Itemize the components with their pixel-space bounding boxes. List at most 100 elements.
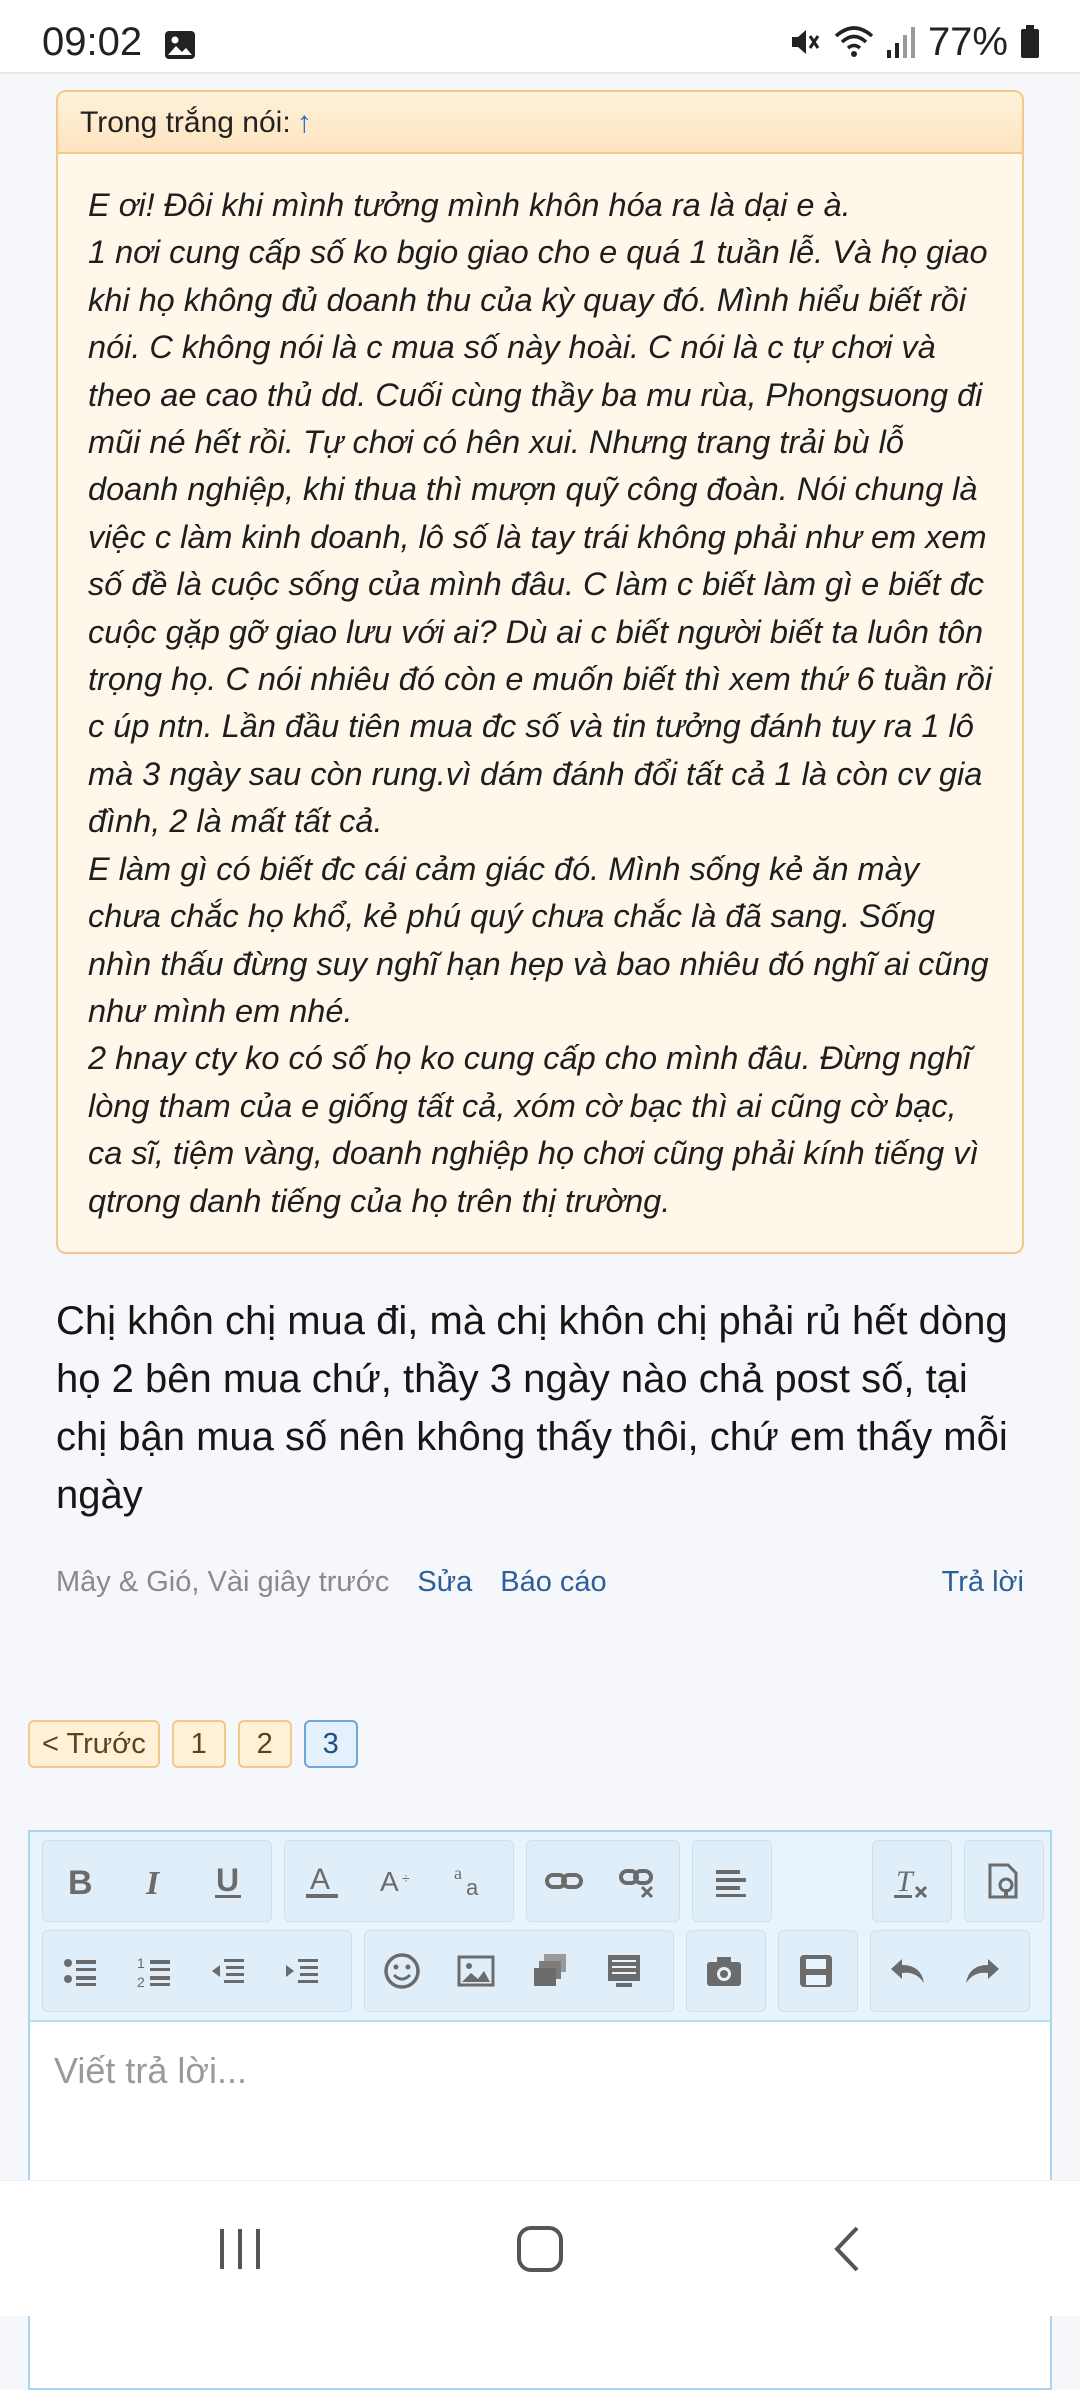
toolbar-group-history [870, 1930, 1030, 2012]
smilie-button[interactable] [365, 1930, 439, 2012]
editor-toolbar: B I U A A ÷ aa T 1 2 [30, 1832, 1050, 2022]
quote-insert-button[interactable] [587, 1930, 661, 2012]
quote-paragraph: E làm gì có biết đc cái cảm giác đó. Mìn… [88, 850, 989, 1029]
reply-textarea[interactable]: Viết trả lời... [54, 2050, 247, 2092]
clear-format-button[interactable]: T [873, 1840, 947, 1922]
undo-icon [891, 1959, 924, 1983]
quote-paragraph: 1 nơi cung cấp số ko bgio giao cho e quá… [88, 234, 993, 840]
undo-button[interactable] [871, 1930, 945, 2012]
bold-button[interactable]: B [43, 1840, 117, 1922]
svg-text:U: U [216, 1862, 239, 1898]
save-draft-icon [800, 1955, 832, 1987]
outdent-icon [212, 1959, 244, 1983]
align-icon [716, 1870, 746, 1897]
report-link[interactable]: Báo cáo [500, 1566, 606, 1599]
post-message: Chị khôn chị mua đi, mà chị khôn chị phả… [56, 1299, 1008, 1517]
quote-header: Trong trắng nói: ↑ [58, 92, 1022, 154]
italic-button[interactable]: I [117, 1840, 191, 1922]
svg-text:1: 1 [137, 1955, 145, 1971]
svg-text:2: 2 [137, 1974, 145, 1990]
redo-icon [966, 1959, 999, 1983]
quote-paragraph: E ơi! Đôi khi mình tưởng mình khôn hóa r… [88, 187, 851, 223]
quote-insert-icon [608, 1955, 640, 1987]
toolbar-group-draft [778, 1930, 858, 2012]
numbered-list-icon: 12 [137, 1955, 170, 1990]
toolbar-group-align [692, 1840, 772, 1922]
link-button[interactable] [527, 1840, 601, 1922]
font-color-icon: A [306, 1863, 338, 1898]
camera-icon [707, 1957, 741, 1986]
recent-apps-button[interactable] [160, 2181, 320, 2317]
toolbar-group-link [526, 1840, 680, 1922]
back-icon [834, 2226, 859, 2272]
svg-text:I: I [145, 1865, 161, 1901]
page-2-button[interactable]: 2 [237, 1720, 292, 1768]
toolbar-group-lists: 12 [42, 1930, 352, 2012]
underline-icon: U [215, 1862, 241, 1898]
svg-text:a: a [454, 1863, 462, 1883]
svg-text:B: B [68, 1864, 93, 1901]
indent-icon [286, 1959, 318, 1983]
reply-link[interactable]: Trả lời [942, 1566, 1024, 1599]
image-icon [457, 1955, 495, 1987]
underline-button[interactable]: U [191, 1840, 265, 1922]
toolbar-group-insert [364, 1930, 674, 2012]
gallery-icon [165, 31, 195, 59]
back-button[interactable] [766, 2181, 926, 2317]
post-meta: Mây & Gió, Vài giây trước Sửa Báo cáo Tr… [56, 1560, 1024, 1604]
system-nav-bar [0, 2180, 1080, 2316]
post-author-time: Mây & Gió, Vài giây trước [56, 1565, 390, 1598]
page-1-button[interactable]: 1 [171, 1720, 226, 1768]
quoted-post: Trong trắng nói: ↑ E ơi! Đôi khi mình tưở… [56, 90, 1024, 1254]
quote-paragraph: 2 hnay cty ko có số họ ko cung cấp cho m… [88, 1040, 979, 1219]
svg-text:÷: ÷ [402, 1870, 410, 1886]
numbered-list-button[interactable]: 12 [117, 1930, 191, 2012]
camera-button[interactable] [687, 1930, 761, 2012]
toolbar-group-bbcode [964, 1840, 1044, 1922]
recent-apps-icon [220, 2229, 260, 2269]
font-color-button[interactable]: A [285, 1840, 359, 1922]
align-button[interactable] [693, 1840, 767, 1922]
wifi-icon [834, 26, 874, 57]
svg-text:a: a [466, 1875, 479, 1900]
outdent-button[interactable] [191, 1930, 265, 2012]
pagination: < Trước 1 2 3 [28, 1720, 358, 1768]
unlink-icon [619, 1869, 654, 1899]
media-button[interactable] [513, 1930, 587, 2012]
media-icon [534, 1954, 566, 1986]
page-3-button[interactable]: 3 [303, 1720, 358, 1768]
unlink-button[interactable] [601, 1840, 675, 1922]
status-bar: 09:02 77% [0, 0, 1080, 74]
battery-percent: 77% [927, 19, 1008, 64]
italic-icon: I [145, 1865, 161, 1901]
mute-icon [791, 30, 820, 54]
font-family-button[interactable]: aa [433, 1840, 507, 1922]
font-size-icon: A ÷ [380, 1866, 410, 1897]
svg-text:A: A [380, 1866, 399, 1897]
link-icon [545, 1873, 583, 1889]
prev-page-button[interactable]: < Trước [28, 1720, 160, 1768]
redo-button[interactable] [945, 1930, 1019, 2012]
smilie-icon [384, 1953, 420, 1989]
jump-to-quote-arrow-icon[interactable]: ↑ [297, 106, 312, 139]
edit-link[interactable]: Sửa [417, 1566, 472, 1599]
quote-body: E ơi! Đôi khi mình tưởng mình khôn hóa r… [58, 154, 1022, 1225]
toggle-bbcode-icon [988, 1863, 1018, 1899]
toolbar-group-text-style: B I U [42, 1840, 272, 1922]
font-size-button[interactable]: A ÷ [359, 1840, 433, 1922]
bullet-list-icon [64, 1959, 96, 1986]
save-draft-button[interactable] [779, 1930, 853, 2012]
svg-text:T: T [896, 1865, 915, 1898]
toggle-bbcode-button[interactable] [965, 1840, 1039, 1922]
battery-icon [1021, 25, 1039, 58]
home-button[interactable] [460, 2181, 620, 2317]
toolbar-group-clear: T [872, 1840, 952, 1922]
svg-text:A: A [310, 1863, 330, 1896]
indent-button[interactable] [265, 1930, 339, 2012]
quote-author: Trong trắng nói: [80, 106, 291, 139]
bullet-list-button[interactable] [43, 1930, 117, 2012]
home-icon [517, 2226, 563, 2272]
bold-icon: B [68, 1864, 93, 1901]
image-button[interactable] [439, 1930, 513, 2012]
signal-icon [886, 27, 915, 58]
